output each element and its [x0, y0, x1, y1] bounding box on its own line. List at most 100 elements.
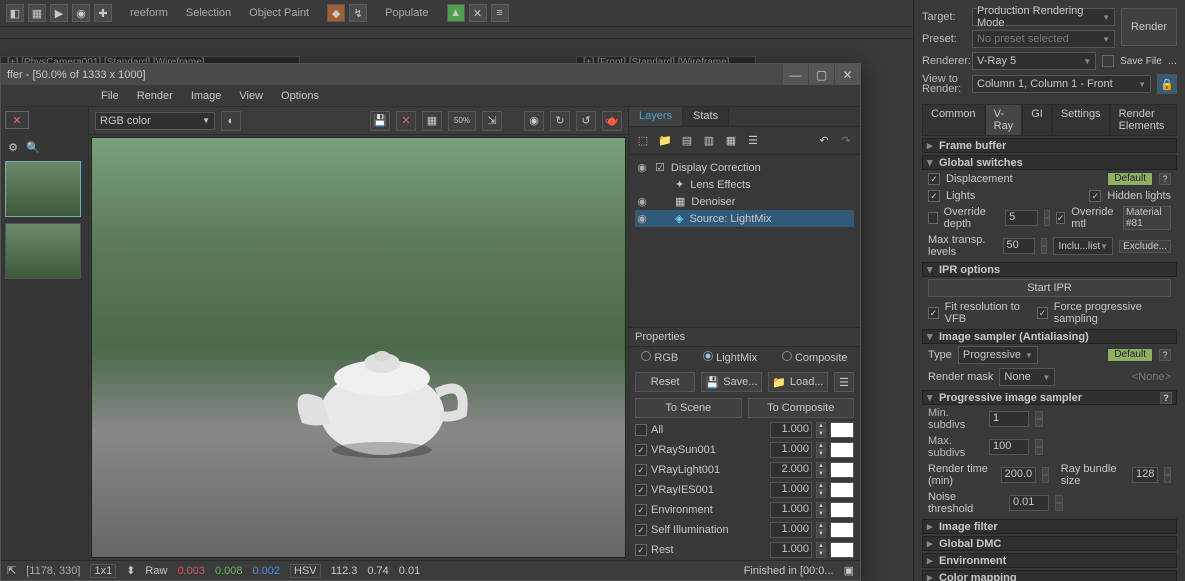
stepper[interactable]: ▲▼ [816, 422, 826, 438]
light-color-swatch[interactable] [830, 482, 854, 498]
light-value-spinner[interactable]: 1.000 [770, 482, 812, 498]
light-value-spinner[interactable]: 1.000 [770, 522, 812, 538]
stepper[interactable] [1035, 439, 1043, 455]
light-checkbox[interactable] [635, 424, 647, 436]
link-icon[interactable]: ⇲ [482, 111, 502, 131]
layer-row-selected[interactable]: ◉◈Source: LightMix [635, 210, 854, 227]
light-value-spinner[interactable]: 2.000 [770, 462, 812, 478]
render-icon[interactable]: ◉ [524, 111, 544, 131]
menu-image[interactable]: Image [191, 90, 222, 102]
light-color-swatch[interactable] [830, 442, 854, 458]
noise-thresh-spinner[interactable]: 0.01 [1009, 495, 1049, 511]
render-viewport[interactable] [91, 137, 626, 558]
close-button[interactable]: ✕ [834, 64, 860, 85]
to-scene-button[interactable]: To Scene [635, 398, 742, 418]
lights-checkbox[interactable] [928, 190, 940, 202]
stepper[interactable] [1042, 467, 1049, 483]
scale-dropdown[interactable]: 1x1 [90, 564, 116, 578]
toolbar-icon[interactable]: ↯ [349, 4, 367, 22]
tab-vray[interactable]: V-Ray [985, 104, 1023, 135]
maximize-button[interactable]: ▢ [808, 64, 834, 85]
light-color-swatch[interactable] [830, 462, 854, 478]
light-checkbox[interactable] [635, 544, 647, 556]
override-mtl-checkbox[interactable] [1056, 212, 1066, 224]
min-sub-spinner[interactable]: 1 [989, 411, 1029, 427]
help-icon[interactable]: ? [1160, 392, 1172, 404]
menu-options[interactable]: Options [281, 90, 319, 102]
nav-icon[interactable]: ⇱ [7, 564, 16, 577]
light-color-swatch[interactable] [830, 522, 854, 538]
reset-button[interactable]: Reset [635, 372, 695, 392]
history-thumb[interactable] [5, 223, 81, 279]
tab-settings[interactable]: Settings [1052, 104, 1110, 135]
include-dropdown[interactable]: Inclu...list▼ [1053, 237, 1113, 255]
toolbar-icon[interactable]: ≡ [491, 4, 509, 22]
visibility-icon[interactable]: ◉ [635, 161, 649, 174]
toolbar-icon[interactable]: ◉ [72, 4, 90, 22]
toolbar-icon[interactable]: ▲ [447, 4, 465, 22]
max-sub-spinner[interactable]: 100 [989, 439, 1029, 455]
stepper[interactable] [1041, 238, 1047, 254]
light-value-spinner[interactable]: 1.000 [770, 542, 812, 558]
target-dropdown[interactable]: Production Rendering Mode▼ [972, 8, 1115, 26]
savefile-checkbox[interactable] [1102, 55, 1114, 67]
radio-composite[interactable]: Composite [782, 351, 848, 364]
sphere-icon[interactable]: ◐ [221, 111, 241, 131]
light-checkbox[interactable] [635, 504, 647, 516]
hidden-lights-checkbox[interactable] [1089, 190, 1101, 202]
layer-icon[interactable]: ▥ [701, 133, 717, 149]
displacement-checkbox[interactable] [928, 173, 940, 185]
redo-icon[interactable]: ↷ [838, 133, 854, 149]
stepper[interactable] [1164, 467, 1171, 483]
help-icon[interactable]: ? [1159, 349, 1171, 361]
section-prog-sampler[interactable]: ▾Progressive image sampler? [922, 390, 1177, 405]
render-time-spinner[interactable]: 200.0 [1001, 467, 1037, 483]
options-button[interactable]: ☰ [834, 372, 854, 392]
menu-view[interactable]: View [239, 90, 263, 102]
toolbar-icon[interactable]: ▦ [28, 4, 46, 22]
section-frame-buffer[interactable]: ▸Frame buffer [922, 138, 1177, 153]
region-icon[interactable]: ▦ [422, 111, 442, 131]
gear-icon[interactable]: ⚙ [5, 139, 21, 155]
save-icon[interactable]: 💾 [370, 111, 390, 131]
radio-rgb[interactable]: RGB [641, 351, 678, 364]
render-button[interactable]: Render [1121, 8, 1177, 46]
force-prog-checkbox[interactable] [1037, 307, 1048, 319]
to-composite-button[interactable]: To Composite [748, 398, 855, 418]
teapot-icon[interactable]: 🫖 [602, 111, 622, 131]
layer-row[interactable]: ◉▦Denoiser [635, 193, 854, 210]
toolbar-icon[interactable]: ▶ [50, 4, 68, 22]
stop-icon[interactable]: ↺ [576, 111, 596, 131]
stepper[interactable]: ▲▼ [816, 502, 826, 518]
save-button[interactable]: 💾 Save... [701, 372, 761, 392]
light-color-swatch[interactable] [830, 502, 854, 518]
light-checkbox[interactable] [635, 444, 647, 456]
stepper[interactable]: ▲▼ [816, 442, 826, 458]
light-color-swatch[interactable] [830, 542, 854, 558]
max-transp-spinner[interactable]: 50 [1003, 238, 1036, 254]
tab-layers[interactable]: Layers [629, 107, 683, 126]
radio-lightmix[interactable]: LightMix [703, 351, 757, 364]
tab-common[interactable]: Common [922, 104, 985, 135]
renderer-dropdown[interactable]: V-Ray 5▼ [972, 52, 1096, 70]
section-image-sampler[interactable]: ▾Image sampler (Antialiasing) [922, 329, 1177, 344]
hsv-dropdown[interactable]: HSV [290, 564, 321, 578]
channel-dropdown[interactable]: RGB color▼ [95, 112, 215, 130]
toolbar-icon[interactable]: ✕ [469, 4, 487, 22]
preset-dropdown[interactable]: No preset selected▼ [972, 30, 1115, 48]
section-global-dmc[interactable]: ▸Global DMC [922, 536, 1177, 551]
start-ipr-button[interactable]: Start IPR [928, 279, 1171, 297]
section-ipr[interactable]: ▾IPR options [922, 262, 1177, 277]
tab-gi[interactable]: GI [1022, 104, 1052, 135]
savefile-browse[interactable]: ... [1168, 55, 1177, 67]
material-slot[interactable]: Material #81 [1123, 206, 1171, 230]
toolbar-icon[interactable]: ◧ [6, 4, 24, 22]
help-icon[interactable]: ? [1159, 173, 1171, 185]
picker-icon[interactable]: ⬍ [126, 564, 135, 577]
history-thumb[interactable] [5, 161, 81, 217]
close-history-button[interactable]: ✕ [5, 111, 29, 129]
layer-row[interactable]: ✦Lens Effects [635, 176, 854, 193]
visibility-icon[interactable]: ◉ [635, 195, 649, 208]
checkbox-icon[interactable]: ☑ [655, 161, 665, 174]
layer-icon[interactable]: ▦ [723, 133, 739, 149]
